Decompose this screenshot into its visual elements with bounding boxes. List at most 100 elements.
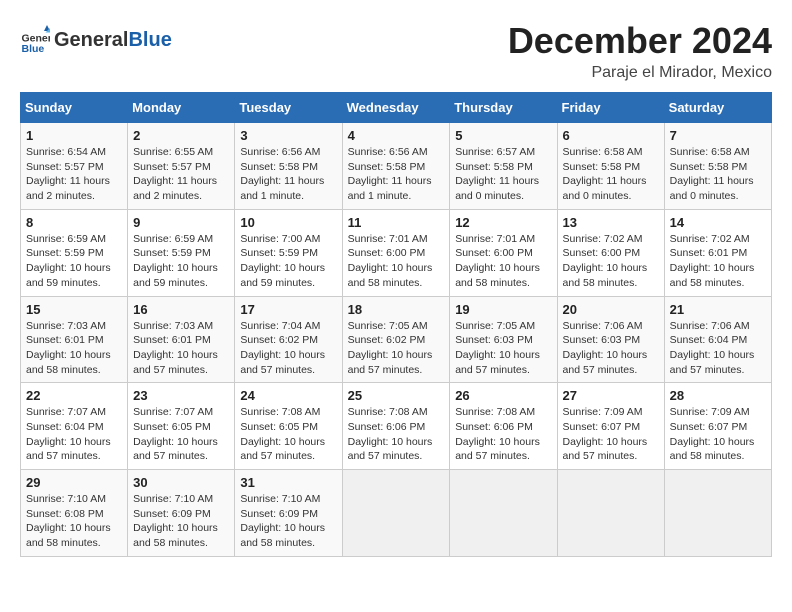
calendar-cell: 18Sunrise: 7:05 AMSunset: 6:02 PMDayligh…	[342, 296, 450, 383]
day-number: 8	[26, 215, 122, 230]
day-number: 14	[670, 215, 766, 230]
day-info: Sunrise: 6:59 AMSunset: 5:59 PMDaylight:…	[26, 232, 122, 291]
calendar-cell: 31 Sunrise: 7:10 AMSunset: 6:09 PMDayligh…	[235, 470, 342, 557]
day-number: 17	[240, 302, 336, 317]
day-number: 25	[348, 388, 445, 403]
calendar-cell	[664, 470, 771, 557]
day-info: Sunrise: 7:05 AMSunset: 6:03 PMDaylight:…	[455, 319, 551, 378]
day-header-sunday: Sunday	[21, 93, 128, 123]
month-title: December 2024	[508, 20, 772, 62]
calendar-week-2: 8 Sunrise: 6:59 AMSunset: 5:59 PMDaylight…	[21, 209, 772, 296]
logo-blue-text: Blue	[128, 29, 171, 52]
calendar-week-1: 1 Sunrise: 6:54 AMSunset: 5:57 PMDaylight…	[21, 123, 772, 210]
calendar-cell: 17 Sunrise: 7:04 AMSunset: 6:02 PMDayligh…	[235, 296, 342, 383]
day-number: 15	[26, 302, 122, 317]
day-number: 5	[455, 128, 551, 143]
location: Paraje el Mirador, Mexico	[508, 64, 772, 82]
day-info: Sunrise: 6:59 AMSunset: 5:59 PMDaylight:…	[133, 232, 229, 291]
calendar-cell: 15 Sunrise: 7:03 AMSunset: 6:01 PMDayligh…	[21, 296, 128, 383]
day-number: 27	[563, 388, 659, 403]
day-info: Sunrise: 6:56 AMSunset: 5:58 PMDaylight:…	[240, 145, 336, 204]
day-info: Sunrise: 7:03 AMSunset: 6:01 PMDaylight:…	[26, 319, 122, 378]
day-info: Sunrise: 7:10 AMSunset: 6:09 PMDaylight:…	[240, 492, 336, 551]
day-number: 19	[455, 302, 551, 317]
calendar-cell: 9 Sunrise: 6:59 AMSunset: 5:59 PMDaylight…	[128, 209, 235, 296]
day-number: 1	[26, 128, 122, 143]
day-info: Sunrise: 7:07 AMSunset: 6:04 PMDaylight:…	[26, 405, 122, 464]
calendar-cell: 10 Sunrise: 7:00 AMSunset: 5:59 PMDayligh…	[235, 209, 342, 296]
calendar-cell	[342, 470, 450, 557]
day-info: Sunrise: 7:07 AMSunset: 6:05 PMDaylight:…	[133, 405, 229, 464]
day-number: 29	[26, 475, 122, 490]
day-info: Sunrise: 7:06 AMSunset: 6:03 PMDaylight:…	[563, 319, 659, 378]
calendar-cell: 25 Sunrise: 7:08 AMSunset: 6:06 PMDayligh…	[342, 383, 450, 470]
calendar-cell: 1 Sunrise: 6:54 AMSunset: 5:57 PMDaylight…	[21, 123, 128, 210]
day-info: Sunrise: 6:56 AMSunset: 5:58 PMDaylight:…	[348, 145, 445, 204]
day-header-wednesday: Wednesday	[342, 93, 450, 123]
calendar-cell: 19 Sunrise: 7:05 AMSunset: 6:03 PMDayligh…	[450, 296, 557, 383]
day-number: 31	[240, 475, 336, 490]
day-header-thursday: Thursday	[450, 93, 557, 123]
calendar-cell: 24Sunrise: 7:08 AMSunset: 6:05 PMDayligh…	[235, 383, 342, 470]
day-info: Sunrise: 7:06 AMSunset: 6:04 PMDaylight:…	[670, 319, 766, 378]
day-number: 2	[133, 128, 229, 143]
calendar-table: SundayMondayTuesdayWednesdayThursdayFrid…	[20, 92, 772, 557]
header: General Blue General Blue December 2024 …	[20, 20, 772, 82]
day-info: Sunrise: 7:05 AMSunset: 6:02 PMDaylight:…	[348, 319, 445, 378]
day-info: Sunrise: 7:01 AMSunset: 6:00 PMDaylight:…	[348, 232, 445, 291]
day-number: 22	[26, 388, 122, 403]
day-header-saturday: Saturday	[664, 93, 771, 123]
calendar-cell	[450, 470, 557, 557]
day-number: 3	[240, 128, 336, 143]
day-number: 26	[455, 388, 551, 403]
day-number: 11	[348, 215, 445, 230]
day-number: 12	[455, 215, 551, 230]
logo-icon: General Blue	[20, 25, 50, 55]
title-area: December 2024 Paraje el Mirador, Mexico	[508, 20, 772, 82]
day-info: Sunrise: 7:04 AMSunset: 6:02 PMDaylight:…	[240, 319, 336, 378]
calendar-week-3: 15 Sunrise: 7:03 AMSunset: 6:01 PMDayligh…	[21, 296, 772, 383]
day-info: Sunrise: 7:08 AMSunset: 6:06 PMDaylight:…	[348, 405, 445, 464]
calendar-cell: 29Sunrise: 7:10 AMSunset: 6:08 PMDayligh…	[21, 470, 128, 557]
day-info: Sunrise: 7:09 AMSunset: 6:07 PMDaylight:…	[563, 405, 659, 464]
day-number: 21	[670, 302, 766, 317]
day-number: 9	[133, 215, 229, 230]
calendar-cell: 4 Sunrise: 6:56 AMSunset: 5:58 PMDaylight…	[342, 123, 450, 210]
calendar-cell: 22 Sunrise: 7:07 AMSunset: 6:04 PMDayligh…	[21, 383, 128, 470]
day-number: 10	[240, 215, 336, 230]
calendar-cell: 27 Sunrise: 7:09 AMSunset: 6:07 PMDayligh…	[557, 383, 664, 470]
calendar-cell: 8 Sunrise: 6:59 AMSunset: 5:59 PMDaylight…	[21, 209, 128, 296]
day-number: 20	[563, 302, 659, 317]
day-number: 4	[348, 128, 445, 143]
calendar-cell: 14 Sunrise: 7:02 AMSunset: 6:01 PMDayligh…	[664, 209, 771, 296]
day-info: Sunrise: 7:01 AMSunset: 6:00 PMDaylight:…	[455, 232, 551, 291]
day-info: Sunrise: 7:08 AMSunset: 6:06 PMDaylight:…	[455, 405, 551, 464]
calendar-cell: 6 Sunrise: 6:58 AMSunset: 5:58 PMDaylight…	[557, 123, 664, 210]
calendar-week-5: 29Sunrise: 7:10 AMSunset: 6:08 PMDayligh…	[21, 470, 772, 557]
day-info: Sunrise: 7:03 AMSunset: 6:01 PMDaylight:…	[133, 319, 229, 378]
calendar-cell: 21 Sunrise: 7:06 AMSunset: 6:04 PMDayligh…	[664, 296, 771, 383]
day-info: Sunrise: 7:00 AMSunset: 5:59 PMDaylight:…	[240, 232, 336, 291]
calendar-cell: 16Sunrise: 7:03 AMSunset: 6:01 PMDayligh…	[128, 296, 235, 383]
day-info: Sunrise: 7:02 AMSunset: 6:01 PMDaylight:…	[670, 232, 766, 291]
day-info: Sunrise: 6:58 AMSunset: 5:58 PMDaylight:…	[670, 145, 766, 204]
day-info: Sunrise: 7:09 AMSunset: 6:07 PMDaylight:…	[670, 405, 766, 464]
calendar-cell: 2 Sunrise: 6:55 AMSunset: 5:57 PMDaylight…	[128, 123, 235, 210]
day-info: Sunrise: 7:10 AMSunset: 6:09 PMDaylight:…	[133, 492, 229, 551]
day-info: Sunrise: 6:58 AMSunset: 5:58 PMDaylight:…	[563, 145, 659, 204]
day-number: 6	[563, 128, 659, 143]
day-info: Sunrise: 6:57 AMSunset: 5:58 PMDaylight:…	[455, 145, 551, 204]
calendar-cell: 28 Sunrise: 7:09 AMSunset: 6:07 PMDayligh…	[664, 383, 771, 470]
day-info: Sunrise: 7:02 AMSunset: 6:00 PMDaylight:…	[563, 232, 659, 291]
day-header-friday: Friday	[557, 93, 664, 123]
calendar-cell: 30Sunrise: 7:10 AMSunset: 6:09 PMDayligh…	[128, 470, 235, 557]
calendar-cell: 7Sunrise: 6:58 AMSunset: 5:58 PMDaylight…	[664, 123, 771, 210]
day-number: 28	[670, 388, 766, 403]
day-number: 13	[563, 215, 659, 230]
calendar-cell: 13 Sunrise: 7:02 AMSunset: 6:00 PMDayligh…	[557, 209, 664, 296]
day-info: Sunrise: 6:55 AMSunset: 5:57 PMDaylight:…	[133, 145, 229, 204]
day-info: Sunrise: 6:54 AMSunset: 5:57 PMDaylight:…	[26, 145, 122, 204]
calendar-cell	[557, 470, 664, 557]
calendar-cell: 5 Sunrise: 6:57 AMSunset: 5:58 PMDaylight…	[450, 123, 557, 210]
calendar-cell: 23Sunrise: 7:07 AMSunset: 6:05 PMDayligh…	[128, 383, 235, 470]
